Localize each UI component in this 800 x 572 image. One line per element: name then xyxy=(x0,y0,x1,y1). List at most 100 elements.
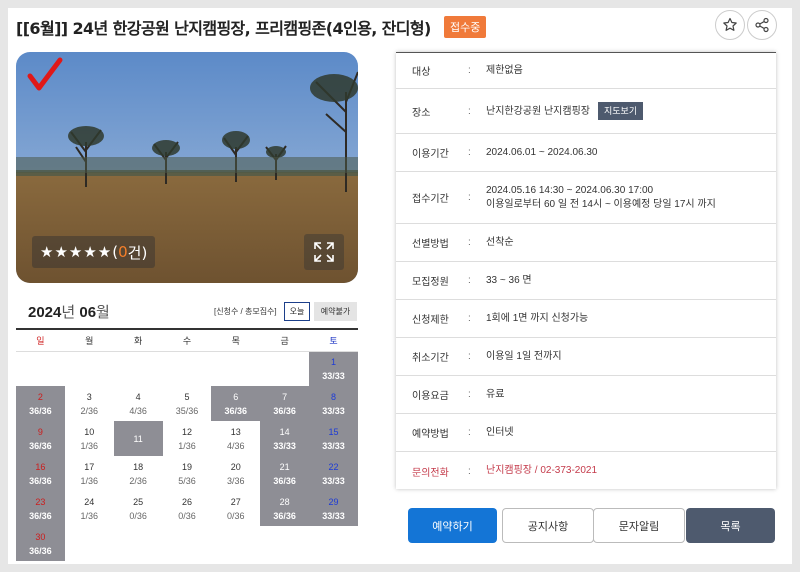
period-label: 이용기간 xyxy=(412,149,449,160)
calendar-day-cell[interactable]: 5 35/36 xyxy=(163,386,212,421)
day-count: 4/36 xyxy=(129,405,147,416)
separator: : xyxy=(468,427,471,438)
calendar-month-suffix: 월 xyxy=(96,304,110,321)
day-count: 1/36 xyxy=(80,510,99,521)
day-number: 22 xyxy=(328,461,339,472)
apply-value-2: 이용일로부터 60 일 전 14시 ~ 이용예정 당일 17시 까지 xyxy=(486,198,716,210)
day-count: 33/33 xyxy=(322,405,345,416)
calendar-week: 2 36/36 3 2/36 4 4/36 5 35/36 6 36/36 7 36/36 8 33/33 xyxy=(16,386,358,421)
weekday-header: 토 xyxy=(309,328,358,352)
day-number: 14 xyxy=(279,426,290,437)
separator: : xyxy=(468,389,471,400)
info-row-apply: 접수기간: 2024.05.16 14:30 ~ 2024.06.30 17:00… xyxy=(396,172,776,224)
weekday-header: 금 xyxy=(260,328,310,352)
target-value: 제한없음 xyxy=(486,64,523,76)
calendar-day-cell xyxy=(211,351,260,386)
calendar-day-cell: 6 36/36 xyxy=(211,386,261,421)
calendar-day-cell[interactable]: 20 3/36 xyxy=(211,456,260,491)
day-number: 29 xyxy=(328,496,339,507)
calendar-day-cell[interactable]: 25 0/36 xyxy=(114,491,163,526)
sms-alert-button[interactable]: 문자알림 xyxy=(593,508,685,543)
apply-value-1: 2024.05.16 14:30 ~ 2024.06.30 17:00 xyxy=(486,184,654,196)
capacity-label: 모집정원 xyxy=(412,277,449,288)
rating-close: 건) xyxy=(127,243,148,262)
list-button[interactable]: 목록 xyxy=(686,508,775,543)
period-value: 2024.06.01 ~ 2024.06.30 xyxy=(486,146,598,158)
calendar-day-cell: 22 33/33 xyxy=(309,456,358,491)
calendar-day-cell xyxy=(114,351,163,386)
day-count: 35/36 xyxy=(175,405,199,416)
calendar-table: 일월화수목금토 1 33/33 2 36/36 3 2/36 4 4/36 5 35/36 6 36/… xyxy=(16,328,358,561)
calendar-legend: [신청수 / 총모집수] xyxy=(214,307,277,316)
day-number: 10 xyxy=(84,426,95,437)
day-number: 17 xyxy=(84,461,95,472)
info-row-cancel: 취소기간: 이용일 1일 전까지 xyxy=(396,338,776,376)
star-icon xyxy=(723,17,737,31)
rating-badge: ★★★★★ ( 0 건) xyxy=(32,236,156,268)
limit-value: 1회에 1면 까지 신청가능 xyxy=(486,312,589,324)
calendar-body: 1 33/33 2 36/36 3 2/36 4 4/36 5 35/36 6 36/36 7 36/36… xyxy=(16,351,358,561)
calendar-day-cell[interactable]: 19 5/36 xyxy=(163,456,212,491)
day-number: 30 xyxy=(35,531,46,542)
calendar-day-cell[interactable]: 12 1/36 xyxy=(163,421,212,456)
calendar-day-cell: 15 33/33 xyxy=(309,421,358,456)
info-row-fee: 이용요금: 유료 xyxy=(396,376,776,414)
calendar-day-cell: 21 36/36 xyxy=(260,456,310,491)
day-number: 3 xyxy=(86,391,92,402)
contact-value[interactable]: 난지캠핑장 / 02-373-2021 xyxy=(486,464,776,478)
calendar-day-cell[interactable]: 4 4/36 xyxy=(114,386,163,421)
cancel-value: 이용일 1일 전까지 xyxy=(486,350,562,362)
map-button[interactable]: 지도보기 xyxy=(597,102,644,120)
calendar-day-cell[interactable]: 18 2/36 xyxy=(114,456,163,491)
favorite-button[interactable] xyxy=(715,10,745,40)
day-count: 36/36 xyxy=(224,405,248,416)
reserve-button[interactable]: 예약하기 xyxy=(408,508,497,543)
calendar-day-cell xyxy=(163,351,212,386)
day-number: 9 xyxy=(37,426,43,437)
calendar-day-cell[interactable]: 17 1/36 xyxy=(65,456,114,491)
calendar-heading: 2024년 06월 xyxy=(28,301,110,322)
cancel-label: 취소기간 xyxy=(412,353,449,364)
separator: : xyxy=(468,147,471,158)
calendar-day-cell xyxy=(65,351,114,386)
calendar-week: 16 36/36 17 1/36 18 2/36 19 5/36 20 3/36 21 36/36 22… xyxy=(16,456,358,491)
calendar-day-cell xyxy=(114,526,163,561)
method-value: 인터넷 xyxy=(486,426,514,438)
day-count: 36/36 xyxy=(29,440,52,451)
day-number: 21 xyxy=(279,461,290,472)
separator: : xyxy=(468,237,471,248)
day-count: 36/36 xyxy=(273,510,296,521)
day-count: 0/36 xyxy=(227,510,245,521)
day-count: 33/33 xyxy=(322,475,345,486)
calendar-day-cell: 1 33/33 xyxy=(309,351,358,386)
calendar-day-cell[interactable]: 26 0/36 xyxy=(163,491,212,526)
separator: : xyxy=(468,351,471,362)
day-number: 27 xyxy=(230,496,241,507)
separator: : xyxy=(468,65,471,76)
calendar-day-cell: 30 36/36 xyxy=(16,526,65,561)
calendar-week: 30 36/36 xyxy=(16,526,358,561)
info-row-method: 예약방법: 인터넷 xyxy=(396,414,776,452)
share-button[interactable] xyxy=(747,10,777,40)
calendar-day-cell[interactable]: 10 1/36 xyxy=(65,421,114,456)
today-button[interactable]: 오늘 xyxy=(284,302,310,321)
expand-button[interactable] xyxy=(304,234,344,270)
day-count: 33/33 xyxy=(273,440,296,451)
calendar-day-cell[interactable]: 3 2/36 xyxy=(65,386,114,421)
day-number: 23 xyxy=(35,496,46,507)
calendar-day-cell[interactable]: 13 4/36 xyxy=(211,421,260,456)
calendar-day-cell[interactable]: 24 1/36 xyxy=(65,491,114,526)
separator: : xyxy=(468,105,471,117)
separator: : xyxy=(468,465,471,477)
weekday-row: 일월화수목금토 xyxy=(16,328,358,352)
calendar-day-cell[interactable]: 27 0/36 xyxy=(211,491,260,526)
share-icon xyxy=(755,17,769,33)
select-label: 선별방법 xyxy=(412,239,449,250)
calendar-week: 9 36/36 10 1/36 11 12 1/36 13 4/36 14 33/33 15 33/33 xyxy=(16,421,358,456)
campsite-photo[interactable]: ★★★★★ ( 0 건) xyxy=(16,52,358,283)
notice-button[interactable]: 공지사항 xyxy=(502,508,594,543)
calendar-week: 23 36/36 24 1/36 25 0/36 26 0/36 27 0/36 28 36/36 29… xyxy=(16,491,358,526)
day-number: 12 xyxy=(181,426,192,437)
day-count: 33/33 xyxy=(322,510,345,521)
weekday-header: 화 xyxy=(113,328,163,352)
